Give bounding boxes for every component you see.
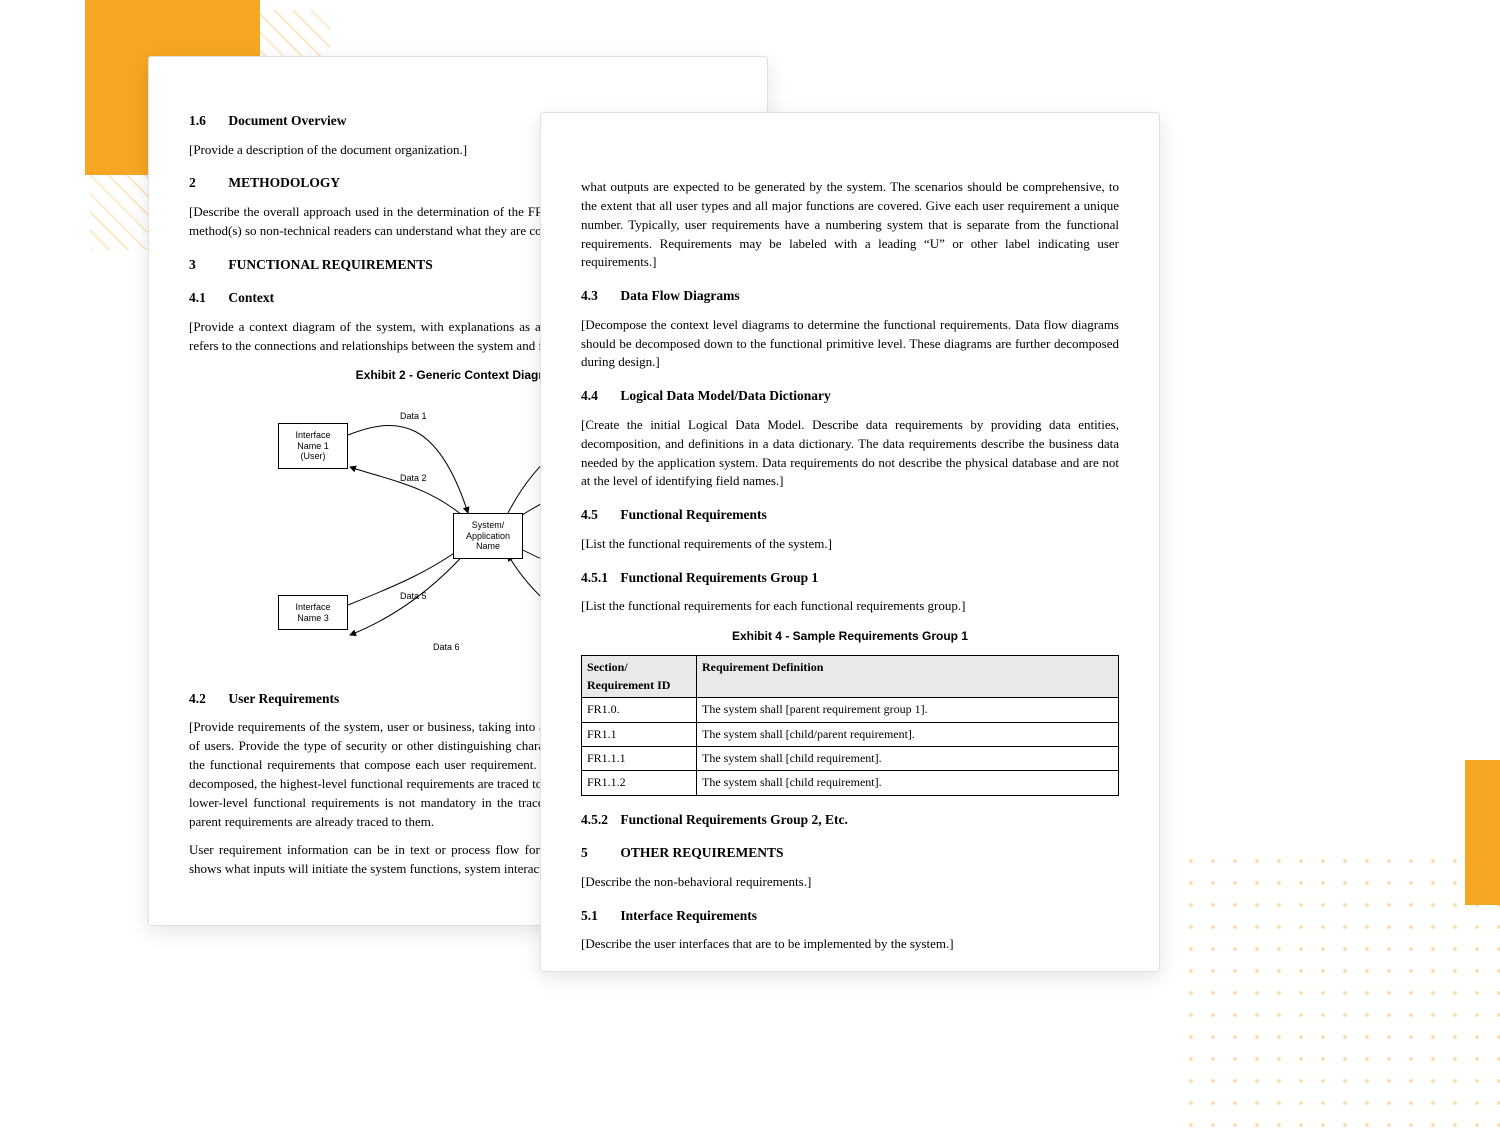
heading-label: Functional Requirements xyxy=(620,507,766,522)
heading-4-5-1: 4.5.1 Functional Requirements Group 1 xyxy=(581,568,1119,588)
heading-number: 4.3 xyxy=(581,286,611,306)
table-row: FR1.1.1 The system shall [child requirem… xyxy=(582,747,1119,771)
heading-label: FUNCTIONAL REQUIREMENTS xyxy=(228,257,432,272)
heading-number: 3 xyxy=(189,255,219,275)
heading-4-5: 4.5 Functional Requirements xyxy=(581,505,1119,525)
requirements-table: Section/Requirement ID Requirement Defin… xyxy=(581,655,1119,795)
heading-number: 4.5.2 xyxy=(581,810,611,830)
decorative-dotgrid-bottom-right xyxy=(1180,850,1500,1130)
heading-label: OTHER REQUIREMENTS xyxy=(620,845,783,860)
heading-label: Document Overview xyxy=(228,113,346,128)
table-cell-id: FR1.1.1 xyxy=(582,747,697,771)
heading-4-5-2: 4.5.2 Functional Requirements Group 2, E… xyxy=(581,810,1119,830)
heading-label: User Requirements xyxy=(228,691,339,706)
heading-5: 5 OTHER REQUIREMENTS xyxy=(581,843,1119,863)
heading-label: Context xyxy=(228,290,274,305)
heading-number: 5 xyxy=(581,843,611,863)
diagram-box-interface-1: InterfaceName 1(User) xyxy=(278,423,348,469)
heading-label: Data Flow Diagrams xyxy=(620,288,739,303)
heading-4-4: 4.4 Logical Data Model/Data Dictionary xyxy=(581,386,1119,406)
heading-label: Interface Requirements xyxy=(620,908,757,923)
table-cell-id: FR1.1.2 xyxy=(582,771,697,795)
heading-number: 4.4 xyxy=(581,386,611,406)
diagram-label: Data 2 xyxy=(400,472,427,485)
table-cell-def: The system shall [child/parent requireme… xyxy=(697,722,1119,746)
table-header: Requirement Definition xyxy=(697,656,1119,698)
diagram-box-interface-3: InterfaceName 3 xyxy=(278,595,348,631)
body-text: [Decompose the context level diagrams to… xyxy=(581,316,1119,373)
table-row: FR1.1.2 The system shall [child requirem… xyxy=(582,771,1119,795)
heading-number: 4.5.1 xyxy=(581,568,611,588)
body-text: what outputs are expected to be generate… xyxy=(581,178,1119,272)
decorative-bar-right xyxy=(1465,760,1500,905)
diagram-label: Data 5 xyxy=(400,590,427,603)
table-cell-def: The system shall [parent requirement gro… xyxy=(697,698,1119,722)
heading-number: 4.5 xyxy=(581,505,611,525)
table-cell-id: FR1.1 xyxy=(582,722,697,746)
table-cell-id: FR1.0. xyxy=(582,698,697,722)
table-row: FR1.1 The system shall [child/parent req… xyxy=(582,722,1119,746)
body-text: [List the functional requirements of the… xyxy=(581,535,1119,554)
heading-4-3: 4.3 Data Flow Diagrams xyxy=(581,286,1119,306)
heading-number: 5.1 xyxy=(581,906,611,926)
body-text: [Create the initial Logical Data Model. … xyxy=(581,416,1119,491)
body-text: [Describe the non-behavioral requirement… xyxy=(581,873,1119,892)
table-header: Section/Requirement ID xyxy=(582,656,697,698)
heading-number: 4.1 xyxy=(189,288,219,308)
table-row: FR1.0. The system shall [parent requirem… xyxy=(582,698,1119,722)
document-page-right: what outputs are expected to be generate… xyxy=(540,112,1160,972)
heading-number: 1.6 xyxy=(189,111,219,131)
table-cell-def: The system shall [child requirement]. xyxy=(697,771,1119,795)
heading-label: Logical Data Model/Data Dictionary xyxy=(620,388,830,403)
heading-number: 4.2 xyxy=(189,689,219,709)
diagram-box-system: System/ApplicationName xyxy=(453,513,523,559)
body-text: [Describe the user interfaces that are t… xyxy=(581,935,1119,954)
heading-5-1: 5.1 Interface Requirements xyxy=(581,906,1119,926)
body-text: [List the functional requirements for ea… xyxy=(581,597,1119,616)
table-cell-def: The system shall [child requirement]. xyxy=(697,747,1119,771)
heading-label: METHODOLOGY xyxy=(228,175,340,190)
diagram-label: Data 1 xyxy=(400,410,427,423)
heading-label: Functional Requirements Group 2, Etc. xyxy=(620,812,848,827)
exhibit-4-title: Exhibit 4 - Sample Requirements Group 1 xyxy=(581,628,1119,645)
heading-number: 2 xyxy=(189,173,219,193)
heading-label: Functional Requirements Group 1 xyxy=(620,570,818,585)
diagram-label: Data 6 xyxy=(433,641,460,654)
